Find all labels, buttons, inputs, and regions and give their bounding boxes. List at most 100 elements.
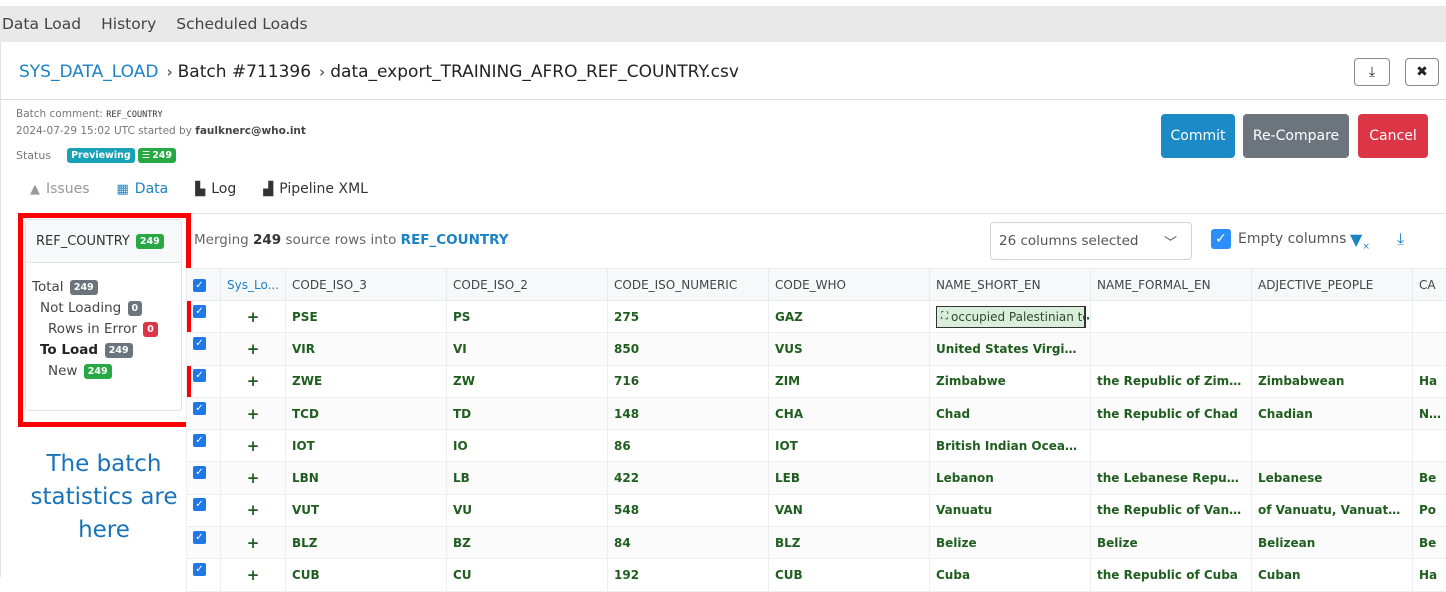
breadcrumb-batch[interactable]: Batch #711396 bbox=[178, 62, 311, 82]
cell-adjective-people[interactable]: Lebanese bbox=[1252, 462, 1413, 494]
cell-code-who[interactable]: CUB bbox=[769, 559, 930, 591]
table-row[interactable]: ✓+VUTVU548VANVanuatuthe Republic of Vanu… bbox=[187, 494, 1446, 526]
columns-select[interactable]: 26 columns selected ﹀ bbox=[990, 222, 1192, 260]
cell-name-formal-en[interactable]: the Republic of Cuba bbox=[1091, 559, 1252, 591]
row-checkbox[interactable]: ✓ bbox=[193, 498, 206, 511]
cell-name-short-en[interactable]: British Indian Ocean Ter... bbox=[930, 430, 1091, 462]
cell-code-who[interactable]: VUS bbox=[769, 333, 930, 365]
column-header-name-short-en[interactable]: NAME_SHORT_EN bbox=[930, 269, 1091, 301]
tab-data[interactable]: ▦ Data bbox=[117, 181, 169, 197]
nav-data-load[interactable]: Data Load bbox=[2, 15, 81, 33]
cell-name-formal-en[interactable] bbox=[1091, 430, 1252, 462]
cell-code-iso-2[interactable]: PS bbox=[447, 301, 608, 333]
grid-download-icon[interactable]: ⤓ bbox=[1397, 229, 1404, 249]
table-row[interactable]: ✓+IOTIO86IOTBritish Indian Ocean Ter... bbox=[187, 430, 1446, 462]
cell-adjective-people[interactable]: Zimbabwean bbox=[1252, 365, 1413, 397]
cell-code-iso-numeric[interactable]: 192 bbox=[608, 559, 769, 591]
commit-button[interactable]: Commit bbox=[1161, 114, 1235, 158]
cell-name-formal-en[interactable] bbox=[1091, 301, 1252, 333]
row-checkbox[interactable]: ✓ bbox=[193, 531, 206, 544]
empty-columns-checkbox[interactable]: ✓ bbox=[1211, 229, 1231, 249]
cell-ca[interactable]: Be bbox=[1413, 527, 1446, 559]
cell-name-short-en[interactable]: Belize bbox=[930, 527, 1091, 559]
cell-code-who[interactable]: GAZ bbox=[769, 301, 930, 333]
cell-code-iso-3[interactable]: VIR bbox=[286, 333, 447, 365]
cell-code-who[interactable]: VAN bbox=[769, 494, 930, 526]
row-select-cell[interactable]: ✓ bbox=[187, 430, 221, 462]
cell-code-who[interactable]: CHA bbox=[769, 397, 930, 429]
cell-name-formal-en[interactable]: the Republic of Vanuatu bbox=[1091, 494, 1252, 526]
cell-name-short-en[interactable]: Lebanon bbox=[930, 462, 1091, 494]
cell-code-iso-2[interactable]: IO bbox=[447, 430, 608, 462]
cell-code-iso-numeric[interactable]: 850 bbox=[608, 333, 769, 365]
column-header-code-iso-3[interactable]: CODE_ISO_3 bbox=[286, 269, 447, 301]
row-checkbox[interactable]: ✓ bbox=[193, 402, 206, 415]
column-header-code-iso-2[interactable]: CODE_ISO_2 bbox=[447, 269, 608, 301]
cell-adjective-people[interactable] bbox=[1252, 430, 1413, 462]
cell-name-short-en[interactable]: United States Virgin Isla... bbox=[930, 333, 1091, 365]
expand-icon[interactable]: ⛶ bbox=[941, 311, 948, 322]
cell-code-iso-3[interactable]: TCD bbox=[286, 397, 447, 429]
tab-pipeline-xml[interactable]: ▟ Pipeline XML bbox=[263, 181, 368, 197]
row-checkbox[interactable]: ✓ bbox=[193, 369, 206, 382]
table-row[interactable]: ✓+BLZBZ84BLZBelizeBelizeBelizeanBe bbox=[187, 527, 1446, 559]
column-header-code-iso-numeric[interactable]: CODE_ISO_NUMERIC bbox=[608, 269, 769, 301]
merge-target-table[interactable]: REF_COUNTRY bbox=[401, 232, 509, 248]
cell-code-iso-numeric[interactable]: 86 bbox=[608, 430, 769, 462]
empty-columns-toggle[interactable]: ✓ Empty columns bbox=[1211, 229, 1346, 249]
cell-ca[interactable] bbox=[1413, 333, 1446, 365]
stat-not-loading[interactable]: Not Loading 0 bbox=[32, 298, 181, 319]
select-all-checkbox-cell[interactable]: ✓ bbox=[187, 269, 221, 301]
cell-code-who[interactable]: ZIM bbox=[769, 365, 930, 397]
breadcrumb-root-link[interactable]: SYS_DATA_LOAD bbox=[19, 62, 158, 82]
cell-code-who[interactable]: LEB bbox=[769, 462, 930, 494]
table-row[interactable]: ✓+PSEPS275GAZ⛶occupied Palestinian te bbox=[187, 301, 1446, 333]
nav-history[interactable]: History bbox=[101, 15, 156, 33]
cell-name-formal-en[interactable]: the Lebanese Republic bbox=[1091, 462, 1252, 494]
stat-to-load[interactable]: To Load 249 bbox=[32, 340, 181, 361]
cell-adjective-people[interactable]: Cuban bbox=[1252, 559, 1413, 591]
tab-issues[interactable]: ▲ Issues bbox=[30, 181, 90, 197]
cell-adjective-people[interactable]: Chadian bbox=[1252, 397, 1413, 429]
row-select-cell[interactable]: ✓ bbox=[187, 559, 221, 591]
cell-ca[interactable]: N'D bbox=[1413, 397, 1446, 429]
column-header-code-who[interactable]: CODE_WHO bbox=[769, 269, 930, 301]
cell-ca[interactable]: Ha bbox=[1413, 365, 1446, 397]
cancel-button[interactable]: Cancel bbox=[1358, 114, 1428, 158]
cell-code-iso-2[interactable]: LB bbox=[447, 462, 608, 494]
row-checkbox[interactable]: ✓ bbox=[193, 434, 206, 447]
row-select-cell[interactable]: ✓ bbox=[187, 365, 221, 397]
stat-new[interactable]: New 249 bbox=[32, 361, 181, 382]
cell-name-formal-en[interactable]: the Republic of Chad bbox=[1091, 397, 1252, 429]
cell-name-short-en[interactable]: Zimbabwe bbox=[930, 365, 1091, 397]
cell-code-iso-numeric[interactable]: 716 bbox=[608, 365, 769, 397]
close-button[interactable]: ✖ bbox=[1405, 58, 1439, 86]
cell-code-iso-numeric[interactable]: 84 bbox=[608, 527, 769, 559]
stats-card-header[interactable]: REF_COUNTRY 249 bbox=[26, 220, 181, 263]
cell-ca[interactable]: Ha bbox=[1413, 559, 1446, 591]
cell-adjective-people[interactable]: of Vanuatu, Vanuatuan bbox=[1252, 494, 1413, 526]
cell-code-iso-2[interactable]: ZW bbox=[447, 365, 608, 397]
row-checkbox[interactable]: ✓ bbox=[193, 563, 206, 576]
row-select-cell[interactable]: ✓ bbox=[187, 462, 221, 494]
cell-adjective-people[interactable]: Belizean bbox=[1252, 527, 1413, 559]
row-checkbox[interactable]: ✓ bbox=[193, 305, 206, 318]
cell-code-iso-2[interactable]: TD bbox=[447, 397, 608, 429]
cell-name-formal-en[interactable]: the Republic of Zimbab... bbox=[1091, 365, 1252, 397]
row-checkbox[interactable]: ✓ bbox=[193, 337, 206, 350]
download-button[interactable]: ⤓ bbox=[1354, 58, 1390, 86]
cell-code-iso-3[interactable]: VUT bbox=[286, 494, 447, 526]
cell-ca[interactable]: Be bbox=[1413, 462, 1446, 494]
row-select-cell[interactable]: ✓ bbox=[187, 527, 221, 559]
cell-code-iso-2[interactable]: VU bbox=[447, 494, 608, 526]
cell-ca[interactable]: Po bbox=[1413, 494, 1446, 526]
cell-code-iso-numeric[interactable]: 148 bbox=[608, 397, 769, 429]
column-header-sys-load[interactable]: Sys_Lo... bbox=[221, 269, 286, 301]
cell-name-short-en[interactable]: Vanuatu bbox=[930, 494, 1091, 526]
row-checkbox[interactable]: ✓ bbox=[193, 466, 206, 479]
column-header-name-formal-en[interactable]: NAME_FORMAL_EN bbox=[1091, 269, 1252, 301]
table-row[interactable]: ✓+ZWEZW716ZIMZimbabwethe Republic of Zim… bbox=[187, 365, 1446, 397]
cell-code-iso-3[interactable]: PSE bbox=[286, 301, 447, 333]
cell-code-iso-3[interactable]: CUB bbox=[286, 559, 447, 591]
cell-editor[interactable]: ⛶occupied Palestinian te bbox=[936, 306, 1086, 328]
